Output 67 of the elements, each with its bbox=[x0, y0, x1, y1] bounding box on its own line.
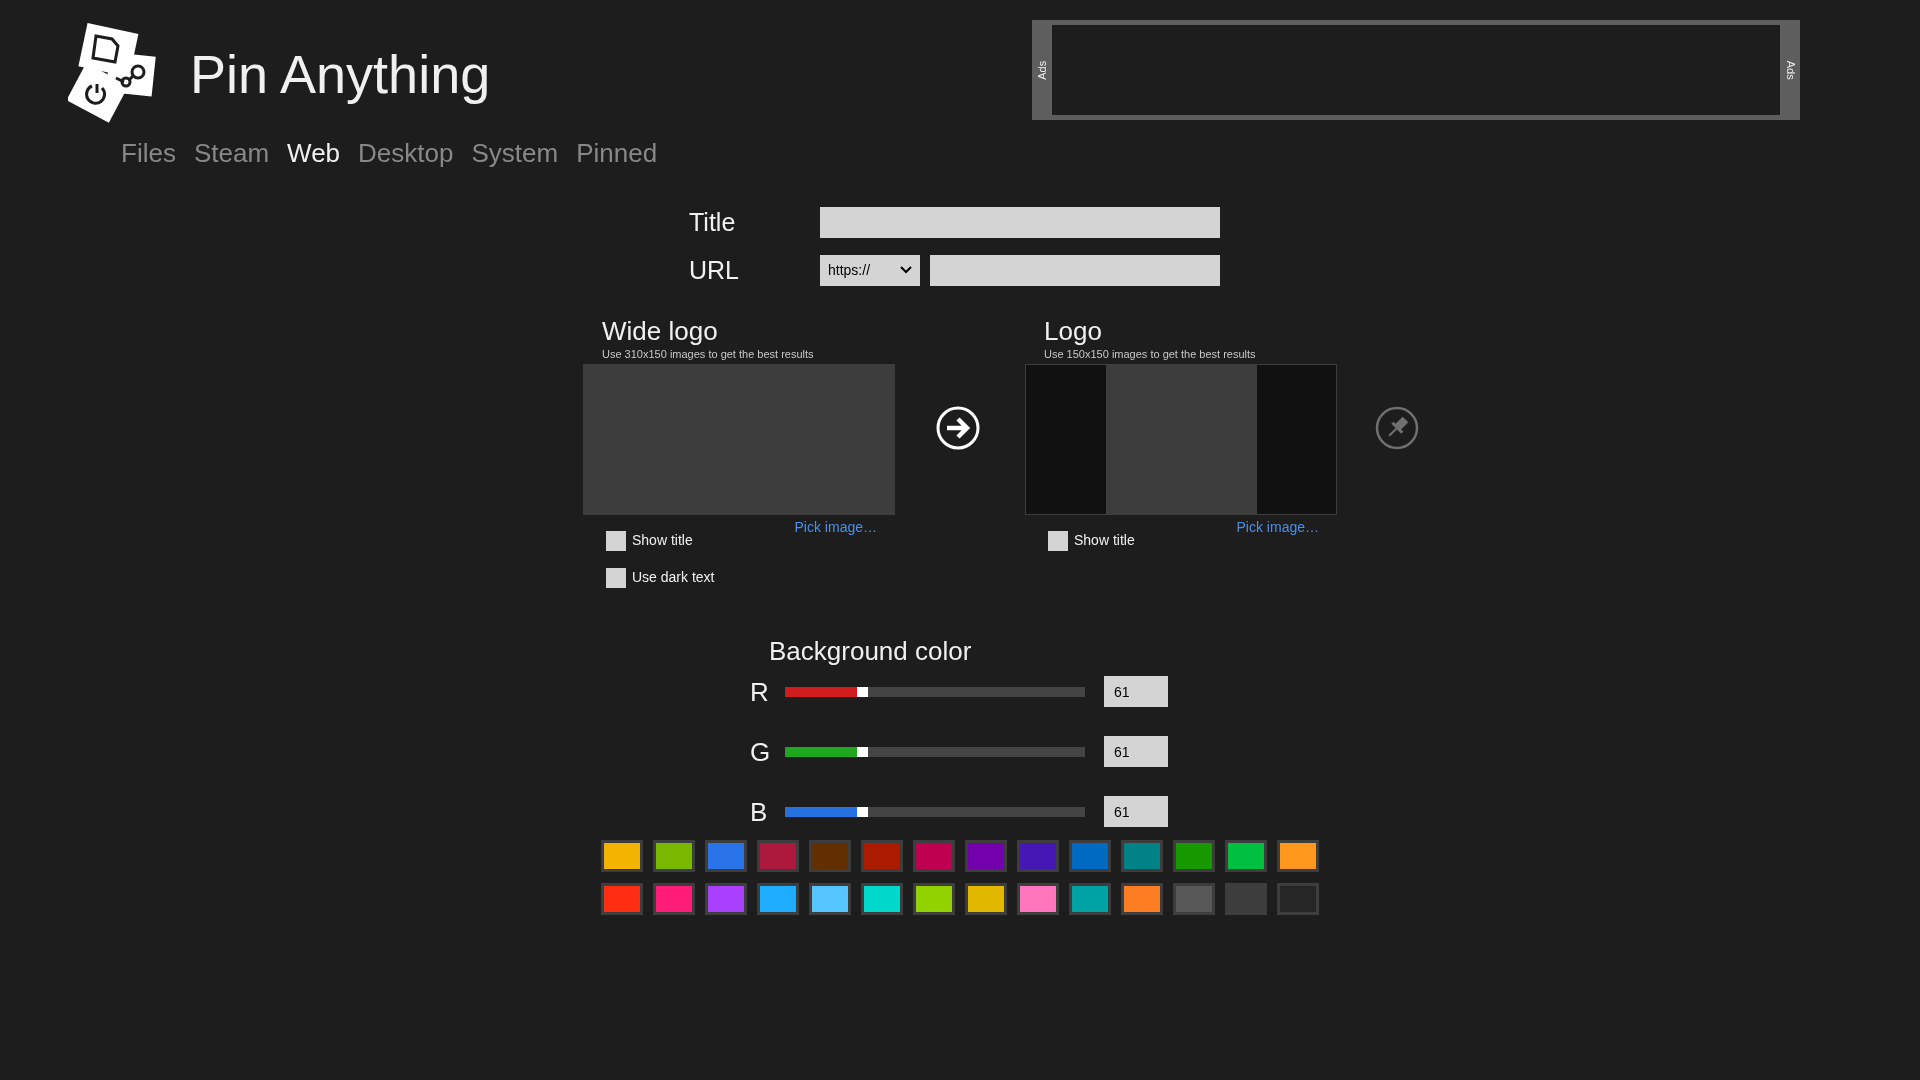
value-field[interactable]: 61 bbox=[1104, 796, 1168, 827]
color-swatch[interactable] bbox=[705, 840, 747, 872]
color-swatch[interactable] bbox=[705, 883, 747, 915]
field-label: Title bbox=[689, 207, 737, 238]
color-swatch[interactable] bbox=[913, 840, 955, 872]
color-swatch[interactable] bbox=[1225, 840, 1267, 872]
nav-tab[interactable]: Desktop bbox=[358, 136, 454, 170]
pick-image-link[interactable]: Pick image… bbox=[1236, 517, 1319, 538]
color-swatch[interactable] bbox=[965, 883, 1007, 915]
url-field[interactable] bbox=[930, 254, 1220, 286]
color-swatch[interactable] bbox=[1277, 840, 1319, 872]
color-swatch[interactable] bbox=[913, 883, 955, 915]
color-swatch[interactable] bbox=[1121, 840, 1163, 872]
checkbox-label: Use dark text bbox=[632, 568, 715, 587]
color-swatch[interactable] bbox=[1069, 883, 1111, 915]
color-swatch[interactable] bbox=[757, 883, 799, 915]
title-field[interactable] bbox=[820, 207, 1220, 239]
color-swatch[interactable] bbox=[1173, 883, 1215, 915]
value-field[interactable]: 61 bbox=[1104, 736, 1168, 767]
checkbox[interactable] bbox=[606, 567, 626, 588]
tile-heading: Wide logo bbox=[601, 315, 719, 347]
color-swatch[interactable] bbox=[1069, 840, 1111, 872]
color-swatch[interactable] bbox=[1277, 883, 1319, 915]
checkbox-label: Show title bbox=[632, 531, 693, 550]
size-hint: Use 310x150 images to get the best results bbox=[601, 347, 815, 361]
slider-thumb[interactable] bbox=[857, 686, 868, 697]
nav-tab[interactable]: Steam bbox=[193, 136, 270, 170]
color-swatch[interactable] bbox=[653, 840, 695, 872]
channel-label: R bbox=[750, 678, 770, 705]
channel-label: B bbox=[750, 798, 769, 825]
size-hint: Use 150x150 images to get the best results bbox=[1043, 347, 1257, 361]
color-swatch[interactable] bbox=[1121, 883, 1163, 915]
color-swatch[interactable] bbox=[809, 840, 851, 872]
nav-tab[interactable]: System bbox=[471, 136, 559, 170]
color-swatch[interactable] bbox=[965, 840, 1007, 872]
color-swatch[interactable] bbox=[809, 883, 851, 915]
slider-track[interactable] bbox=[785, 806, 1085, 817]
checkbox[interactable] bbox=[606, 530, 626, 551]
slider-track[interactable] bbox=[785, 746, 1085, 757]
color-swatch[interactable] bbox=[1173, 840, 1215, 872]
color-swatch[interactable] bbox=[861, 840, 903, 872]
nav-tab[interactable]: Pinned bbox=[576, 136, 658, 170]
color-swatch[interactable] bbox=[601, 840, 643, 872]
ads-label: Ads bbox=[1783, 60, 1798, 80]
color-swatch[interactable] bbox=[653, 883, 695, 915]
color-swatch[interactable] bbox=[757, 840, 799, 872]
section-heading: Background color bbox=[769, 635, 973, 668]
ads-label: Ads bbox=[1034, 60, 1049, 80]
checkbox-label: Show title bbox=[1074, 531, 1135, 550]
nav-tab[interactable]: Web bbox=[287, 136, 341, 170]
slider-track[interactable] bbox=[785, 686, 1085, 697]
color-swatch[interactable] bbox=[1017, 883, 1059, 915]
color-swatch[interactable] bbox=[1225, 883, 1267, 915]
pick-image-link[interactable]: Pick image… bbox=[794, 517, 877, 538]
chevron-down-icon bbox=[900, 266, 912, 275]
color-swatch[interactable] bbox=[1017, 840, 1059, 872]
color-swatch[interactable] bbox=[601, 883, 643, 915]
value-field[interactable]: 61 bbox=[1104, 676, 1168, 707]
slider-thumb[interactable] bbox=[857, 746, 868, 757]
channel-label: G bbox=[750, 738, 772, 765]
field-label: URL bbox=[689, 254, 740, 286]
color-swatch[interactable] bbox=[861, 883, 903, 915]
slider-thumb[interactable] bbox=[857, 806, 868, 817]
tile-heading: Logo bbox=[1043, 315, 1103, 347]
checkbox[interactable] bbox=[1048, 530, 1068, 551]
nav-tab[interactable]: Files bbox=[121, 136, 176, 170]
scheme-dropdown[interactable]: https:// bbox=[820, 254, 920, 286]
